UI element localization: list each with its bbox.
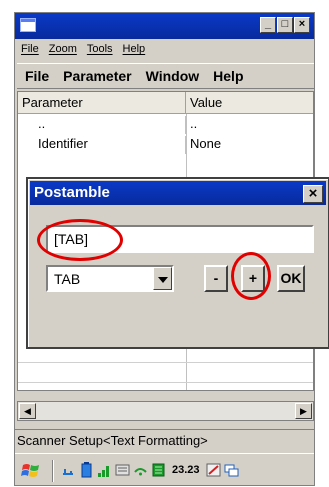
signal-strength-icon[interactable] xyxy=(97,462,112,478)
minimize-button[interactable]: _ xyxy=(260,17,276,33)
menu-help[interactable]: Help xyxy=(123,43,146,55)
top-menu-bar: File Zoom Tools Help xyxy=(15,39,314,59)
keyboard-input-icon[interactable] xyxy=(115,462,130,478)
maximize-button[interactable]: □ xyxy=(277,17,293,33)
cell-parameter: .. xyxy=(18,116,186,134)
status-bar: Scanner Setup<Text Formatting> xyxy=(15,429,314,451)
menu-tools[interactable]: Tools xyxy=(87,43,113,55)
cell-value: .. xyxy=(190,116,198,131)
postamble-text-input[interactable] xyxy=(46,225,314,253)
app-menu-file[interactable]: File xyxy=(25,68,49,84)
selected-key-value: TAB xyxy=(54,271,81,287)
usb-connection-icon[interactable] xyxy=(61,462,76,478)
tray-separator xyxy=(52,460,54,482)
dropdown-arrow-icon[interactable] xyxy=(153,267,172,290)
app-menu-parameter[interactable]: Parameter xyxy=(63,68,132,84)
postamble-key-select[interactable]: TAB xyxy=(46,265,174,292)
main-title-bar: _ □ × xyxy=(15,13,314,39)
add-key-button[interactable]: + xyxy=(241,265,265,292)
grid-row-line xyxy=(18,362,313,363)
column-header-value[interactable]: Value xyxy=(186,92,313,113)
dialog-title-bar: Postamble × xyxy=(30,181,326,205)
dialog-close-button[interactable]: × xyxy=(303,185,323,203)
postamble-dialog: Postamble × TAB - + OK xyxy=(26,177,329,349)
clock-display[interactable]: 23.23 xyxy=(172,464,200,476)
table-row[interactable]: Identifier None xyxy=(18,136,313,154)
grid-header: Parameter Value xyxy=(18,92,313,114)
scroll-left-arrow-icon[interactable]: ◀ xyxy=(19,403,36,419)
horizontal-scrollbar[interactable]: ◀ ▶ xyxy=(17,401,314,421)
app-menu-window[interactable]: Window xyxy=(146,68,200,84)
scroll-right-arrow-icon[interactable]: ▶ xyxy=(295,403,312,419)
system-tray: 23.23 xyxy=(61,462,239,478)
cell-value: None xyxy=(190,136,222,151)
app-menu-bar: File Parameter Window Help xyxy=(17,63,314,89)
storage-card-icon[interactable] xyxy=(151,462,166,478)
remove-key-button[interactable]: - xyxy=(204,265,228,292)
windows-start-icon[interactable] xyxy=(20,461,42,481)
close-window-button[interactable]: × xyxy=(294,17,310,33)
ok-button[interactable]: OK xyxy=(277,265,305,292)
menu-zoom[interactable]: Zoom xyxy=(49,43,77,55)
dialog-title: Postamble xyxy=(34,184,110,201)
cell-parameter: Identifier xyxy=(18,136,186,154)
wireless-network-icon[interactable] xyxy=(133,462,148,478)
table-row[interactable]: .. .. xyxy=(18,116,313,134)
menu-file[interactable]: File xyxy=(21,43,39,55)
column-header-parameter[interactable]: Parameter xyxy=(18,92,186,113)
taskbar: 23.23 xyxy=(15,453,314,485)
battery-icon[interactable] xyxy=(79,462,94,478)
app-menu-help[interactable]: Help xyxy=(213,68,243,84)
grid-row-line xyxy=(18,382,313,383)
settings-edit-icon[interactable] xyxy=(206,462,221,478)
window-app-icon xyxy=(20,18,36,32)
window-buttons: _ □ × xyxy=(260,17,310,33)
task-switch-icon[interactable] xyxy=(224,462,239,478)
